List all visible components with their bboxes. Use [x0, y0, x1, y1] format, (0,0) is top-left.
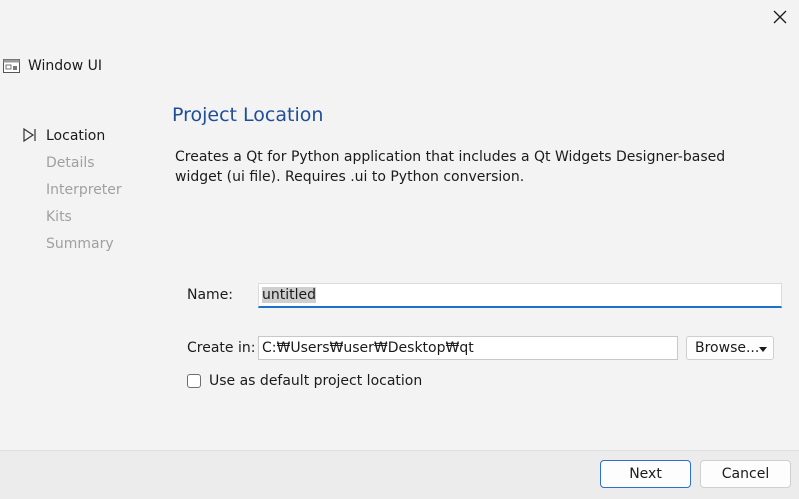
name-input[interactable]: untitled [258, 283, 782, 308]
sidebar-item-interpreter: Interpreter [22, 176, 122, 203]
create-in-label: Create in: [187, 340, 256, 356]
play-outline-icon [23, 127, 36, 143]
close-button[interactable] [762, 3, 798, 31]
sidebar-item-label: Details [46, 154, 95, 171]
page-description: Creates a Qt for Python application that… [175, 149, 726, 185]
default-location-checkbox[interactable] [187, 374, 201, 388]
close-icon [773, 10, 787, 24]
sidebar-item-label: Kits [46, 208, 72, 225]
sidebar-item-label: Interpreter [46, 181, 122, 198]
sidebar-item-location: Location [22, 122, 122, 149]
sidebar-item-label: Summary [46, 235, 114, 252]
name-label: Name: [187, 287, 234, 303]
wizard-sidebar: Location Details Interpreter Kits Summar… [22, 122, 122, 257]
browse-button[interactable]: Browse... [686, 336, 774, 360]
window-title: Window UI [28, 58, 103, 74]
next-button[interactable]: Next [600, 460, 691, 488]
page-title: Project Location [172, 104, 324, 126]
name-input-value: untitled [262, 287, 317, 303]
sidebar-item-summary: Summary [22, 230, 122, 257]
create-in-input[interactable]: C:₩Users₩user₩Desktop₩qt [258, 336, 678, 360]
sidebar-item-label: Location [46, 127, 106, 144]
window-app-icon [3, 59, 20, 73]
default-location-row: Use as default project location [187, 373, 422, 389]
window-titlebar: Window UI [0, 54, 102, 78]
browse-label: Browse... [695, 340, 760, 356]
sidebar-item-details: Details [22, 149, 122, 176]
sidebar-item-kits: Kits [22, 203, 122, 230]
default-location-label: Use as default project location [209, 373, 423, 389]
chevron-down-icon [759, 347, 767, 352]
cancel-button[interactable]: Cancel [700, 460, 791, 488]
